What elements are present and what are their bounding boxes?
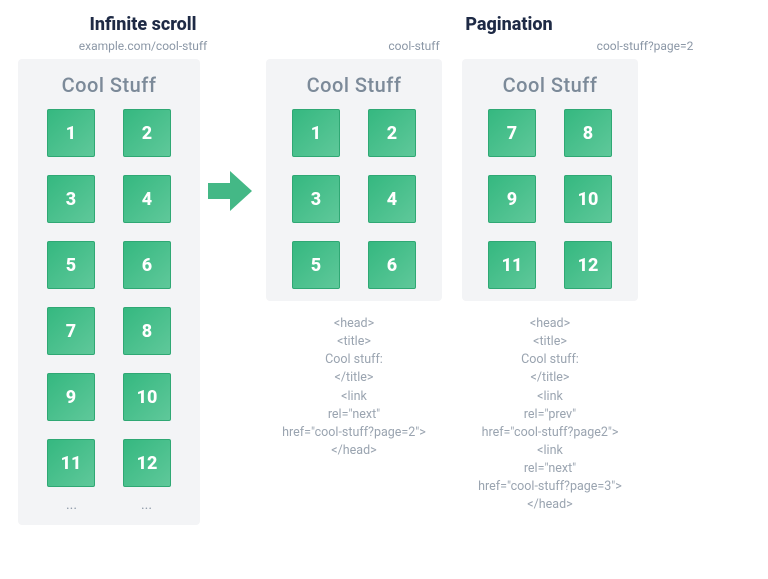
arrow-right-icon [206, 169, 254, 213]
infinite-grid: 1 2 3 4 5 6 7 8 9 10 11 12 [34, 109, 184, 487]
url-infinite: example.com/cool-stuff [18, 39, 268, 53]
content-tile: 5 [47, 241, 95, 289]
content-tile: 4 [123, 175, 171, 223]
content-tile: 3 [47, 175, 95, 223]
content-tile: 10 [564, 175, 612, 223]
pagination-section: Cool Stuff 1 2 3 4 5 6 <head> <title> Co… [260, 59, 750, 514]
arrow-column [200, 59, 260, 213]
page2-card-title: Cool Stuff [478, 73, 622, 97]
content-tile: 6 [123, 241, 171, 289]
page2-head-code: <head> <title> Cool stuff: </title> <lin… [478, 315, 622, 514]
page2-column: Cool Stuff 7 8 9 10 11 12 <head> <title>… [462, 59, 638, 514]
pagination-pages-row: Cool Stuff 1 2 3 4 5 6 <head> <title> Co… [266, 59, 750, 514]
infinite-scroll-card: Cool Stuff 1 2 3 4 5 6 7 8 9 10 11 12 ..… [18, 59, 200, 525]
content-tile: 6 [368, 241, 416, 289]
heading-pagination: Pagination [268, 14, 750, 35]
content-tile: 2 [123, 109, 171, 157]
heading-infinite-scroll: Infinite scroll [18, 14, 268, 35]
content-tile: 5 [292, 241, 340, 289]
content-tile: 11 [47, 439, 95, 487]
url-row: example.com/cool-stuff cool-stuff cool-s… [18, 39, 750, 53]
content-tile: 8 [123, 307, 171, 355]
page1-card-title: Cool Stuff [282, 73, 426, 97]
body-row: Cool Stuff 1 2 3 4 5 6 7 8 9 10 11 12 ..… [18, 59, 750, 525]
content-tile: 1 [47, 109, 95, 157]
content-tile: 3 [292, 175, 340, 223]
content-tile: 7 [47, 307, 95, 355]
page1-column: Cool Stuff 1 2 3 4 5 6 <head> <title> Co… [266, 59, 442, 514]
content-tile: 9 [488, 175, 536, 223]
url-page2: cool-stuff?page=2 [540, 39, 750, 53]
content-tile: 10 [123, 373, 171, 421]
ellipsis-icon: ... [66, 497, 77, 513]
content-tile: 11 [488, 241, 536, 289]
content-tile: 12 [123, 439, 171, 487]
content-tile: 4 [368, 175, 416, 223]
page2-grid: 7 8 9 10 11 12 [478, 109, 622, 289]
page1-card: Cool Stuff 1 2 3 4 5 6 [266, 59, 442, 301]
content-tile: 1 [292, 109, 340, 157]
ellipsis-icon: ... [141, 497, 152, 513]
diagram-canvas: Infinite scroll Pagination example.com/c… [0, 0, 768, 579]
page2-card: Cool Stuff 7 8 9 10 11 12 [462, 59, 638, 301]
content-tile: 2 [368, 109, 416, 157]
page1-head-code: <head> <title> Cool stuff: </title> <lin… [282, 315, 426, 460]
infinite-card-title: Cool Stuff [34, 73, 184, 97]
headings-row: Infinite scroll Pagination [18, 14, 750, 35]
page1-grid: 1 2 3 4 5 6 [282, 109, 426, 289]
url-page1: cool-stuff [294, 39, 534, 53]
content-tile: 7 [488, 109, 536, 157]
content-tile: 8 [564, 109, 612, 157]
content-tile: 9 [47, 373, 95, 421]
content-tile: 12 [564, 241, 612, 289]
infinite-ellipsis-row: ... ... [34, 497, 184, 513]
